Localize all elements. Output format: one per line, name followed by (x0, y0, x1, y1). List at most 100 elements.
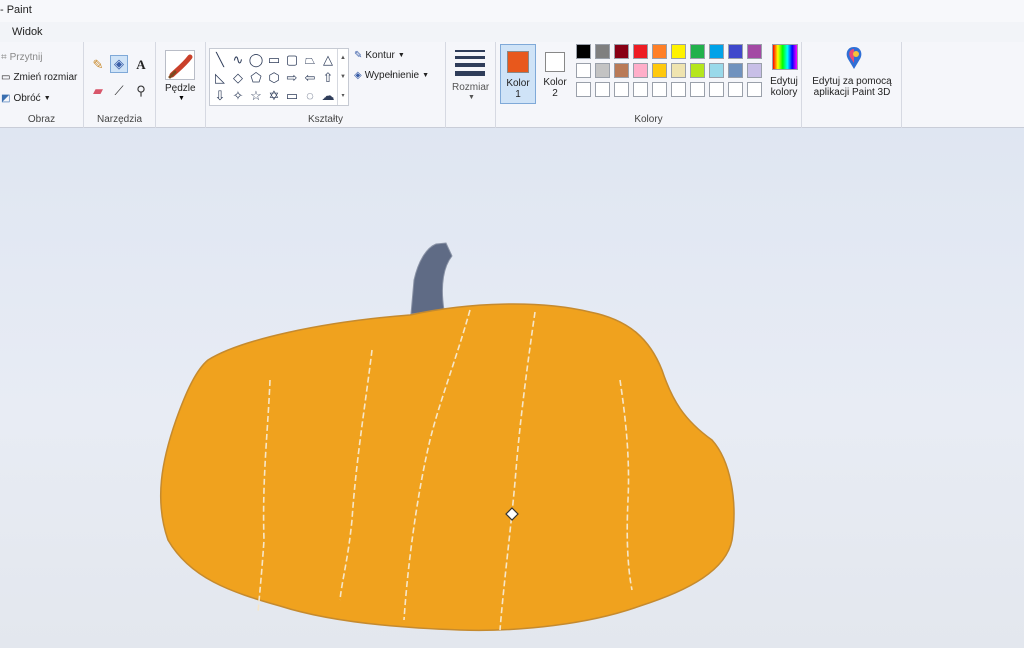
palette-swatch[interactable] (747, 82, 762, 97)
palette-swatch[interactable] (595, 82, 610, 97)
edit-colors-line2: kolory (770, 87, 798, 98)
text-tool-icon[interactable]: A (132, 56, 150, 74)
up-arrow-shape-icon[interactable]: ⇧ (320, 69, 336, 85)
palette-swatch[interactable] (728, 63, 743, 78)
brush-icon (165, 50, 195, 80)
palette-swatch[interactable] (728, 82, 743, 97)
fill-bucket-icon[interactable]: ◈ (110, 55, 128, 73)
palette-swatch[interactable] (671, 44, 686, 59)
palette-swatch[interactable] (690, 82, 705, 97)
eraser-icon[interactable]: ▰ (89, 82, 107, 100)
palette-swatch[interactable] (652, 82, 667, 97)
outline-button[interactable]: ✎ Kontur ▼ (354, 50, 405, 61)
palette-swatch[interactable] (709, 63, 724, 78)
rotate-label: Obróć (13, 93, 41, 104)
palette-swatch[interactable] (671, 82, 686, 97)
rainbow-icon[interactable] (772, 44, 798, 70)
fill-bucket-icon: ◈ (354, 70, 362, 81)
right-triangle-shape-icon[interactable]: ◺ (212, 69, 228, 85)
curve-shape-icon[interactable]: ∿ (230, 51, 246, 67)
palette-swatch[interactable] (595, 44, 610, 59)
resize-button[interactable]: ▭ Zmień rozmiar (1, 72, 77, 83)
brushes-group[interactable]: Pędzle ▼ (156, 42, 206, 128)
hexagon-shape-icon[interactable]: ⬡ (266, 69, 282, 85)
palette-swatch[interactable] (614, 44, 629, 59)
pencil-icon[interactable]: ✎ (89, 56, 107, 74)
menu-bar: Widok (0, 22, 1024, 42)
magnifier-icon[interactable]: ⚲ (132, 82, 150, 100)
paint3d-label-line1: Edytuj za pomocą (812, 76, 892, 87)
chevron-down-icon: ▼ (422, 72, 430, 79)
image-group: ⌗ Przytnij ▭ Zmień rozmiar ◩ Obróć ▼ Obr… (0, 42, 84, 128)
palette-swatch[interactable] (709, 82, 724, 97)
crop-label: Przytnij (9, 52, 43, 63)
chevron-down-icon: ▼ (43, 95, 51, 102)
palette-swatch[interactable] (614, 63, 629, 78)
oval-callout-shape-icon[interactable]: ◌ (302, 87, 318, 103)
triangle-shape-icon[interactable]: △ (320, 51, 336, 67)
palette-swatch[interactable] (671, 63, 686, 78)
color-picker-icon[interactable]: ⟋ (110, 82, 128, 100)
palette-swatch[interactable] (633, 44, 648, 59)
drawing-canvas[interactable] (0, 128, 1024, 648)
palette-swatch[interactable] (690, 63, 705, 78)
palette-swatch[interactable] (633, 63, 648, 78)
five-point-star-shape-icon[interactable]: ☆ (248, 87, 264, 103)
rounded-callout-shape-icon[interactable]: ▭ (284, 87, 300, 103)
chevron-down-icon: ▼ (397, 52, 405, 59)
title-bar: - Paint (0, 0, 1024, 22)
line-width-icon (455, 50, 485, 76)
crop-icon: ⌗ (1, 52, 7, 63)
cloud-callout-shape-icon[interactable]: ☁ (320, 87, 336, 103)
colors-group-label: Kolory (634, 114, 663, 125)
tools-group: ✎ ◈ A ▰ ⟋ ⚲ Narzędzia (84, 42, 156, 128)
palette-swatch[interactable] (652, 63, 667, 78)
six-point-star-shape-icon[interactable]: ✡ (266, 87, 282, 103)
palette-swatch[interactable] (652, 44, 667, 59)
fill-button[interactable]: ◈ Wypełnienie ▼ (354, 70, 429, 81)
crop-button[interactable]: ⌗ Przytnij (1, 52, 42, 63)
shapes-scroll[interactable]: ▲ ▼ ▾ (337, 49, 348, 105)
left-arrow-shape-icon[interactable]: ⇦ (302, 69, 318, 85)
palette-swatch[interactable] (576, 44, 591, 59)
pentagon-shape-icon[interactable]: ⬠ (248, 69, 264, 85)
resize-icon: ▭ (1, 72, 11, 83)
resize-label: Zmień rozmiar (13, 72, 78, 83)
rotate-button[interactable]: ◩ Obróć ▼ (1, 93, 51, 104)
palette-swatch[interactable] (747, 63, 762, 78)
palette-swatch[interactable] (595, 63, 610, 78)
outline-pen-icon: ✎ (354, 50, 363, 61)
rectangle-shape-icon[interactable]: ▭ (266, 51, 282, 67)
palette-swatch[interactable] (690, 44, 705, 59)
chevron-down-icon: ▼ (178, 95, 185, 102)
right-arrow-shape-icon[interactable]: ⇨ (284, 69, 300, 85)
menu-view[interactable]: Widok (12, 26, 43, 38)
rounded-rectangle-shape-icon[interactable]: ▢ (284, 51, 300, 67)
pumpkin-stem (410, 242, 453, 315)
fill-label: Wypełnienie (364, 70, 420, 81)
oval-shape-icon[interactable]: ◯ (248, 51, 264, 67)
size-label: Rozmiar (452, 82, 490, 93)
palette-swatch[interactable] (576, 82, 591, 97)
size-group[interactable]: Rozmiar ▼ (446, 42, 496, 128)
line-shape-icon[interactable]: ╲ (212, 51, 228, 67)
edit-colors-button[interactable]: Edytuj kolory (764, 76, 804, 98)
shapes-group: ╲ ∿ ◯ ▭ ▢ ⏢ △ ◺ ◇ ⬠ ⬡ ⇨ ⇦ ⇧ ⇩ ✧ ☆ ✡ ▭ ◌ … (206, 42, 446, 128)
pumpkin-body (159, 303, 735, 632)
rotate-icon: ◩ (1, 93, 11, 104)
paint3d-group[interactable]: Edytuj za pomocą aplikacji Paint 3D (802, 42, 902, 128)
ribbon: ⌗ Przytnij ▭ Zmień rozmiar ◩ Obróć ▼ Obr… (0, 42, 1024, 128)
four-point-star-shape-icon[interactable]: ✧ (230, 87, 246, 103)
down-arrow-shape-icon[interactable]: ⇩ (212, 87, 228, 103)
polygon-shape-icon[interactable]: ⏢ (302, 51, 318, 67)
palette-swatch[interactable] (728, 44, 743, 59)
tools-group-label: Narzędzia (96, 114, 143, 125)
palette-swatch[interactable] (709, 44, 724, 59)
palette-swatch[interactable] (614, 82, 629, 97)
edit-colors-line1: Edytuj (770, 76, 798, 87)
paint3d-label: Edytuj za pomocą aplikacji Paint 3D (806, 76, 898, 98)
palette-swatch[interactable] (747, 44, 762, 59)
palette-swatch[interactable] (576, 63, 591, 78)
diamond-shape-icon[interactable]: ◇ (230, 69, 246, 85)
palette-swatch[interactable] (633, 82, 648, 97)
